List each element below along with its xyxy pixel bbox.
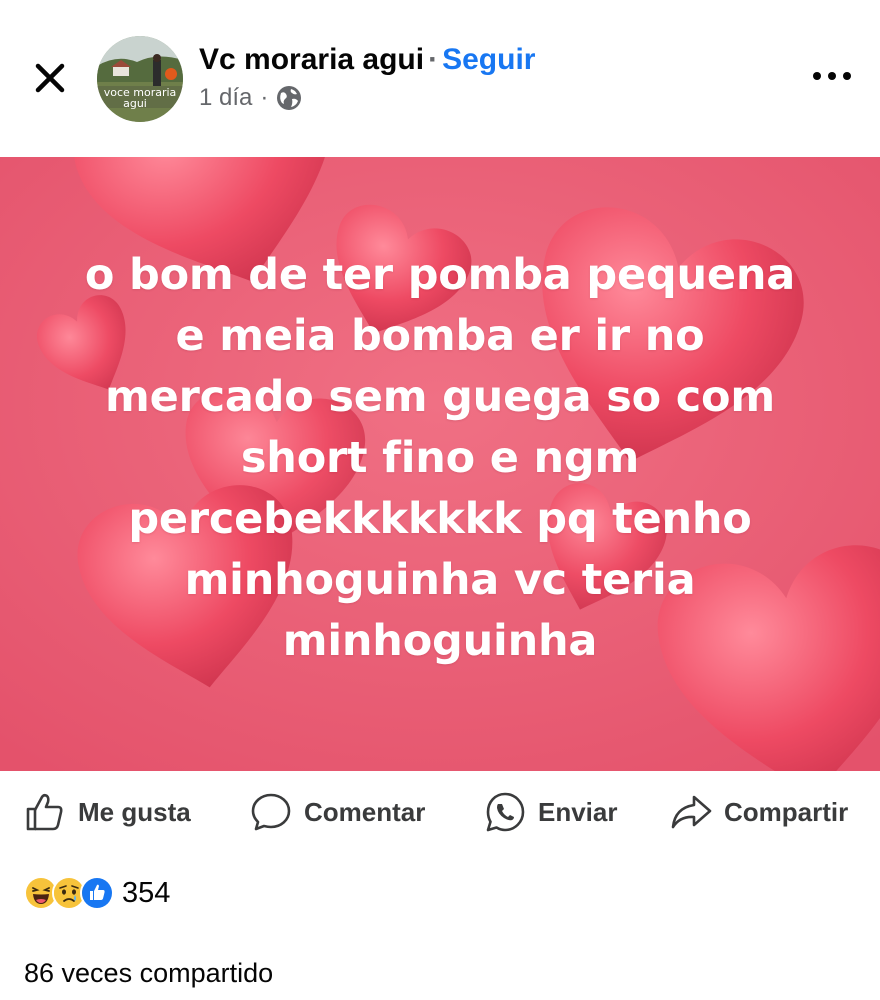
comment-icon — [251, 793, 291, 831]
like-button[interactable]: Me gusta — [24, 789, 191, 835]
share-count[interactable]: 86 veces compartido — [24, 958, 273, 989]
whatsapp-icon — [486, 792, 525, 832]
share-label: Compartir — [724, 796, 849, 827]
more-icon — [813, 72, 851, 80]
globe-icon — [277, 86, 302, 110]
comment-label: Comentar — [304, 796, 426, 827]
reactions-summary[interactable]: 354 — [24, 873, 170, 913]
post-header: voce moraria agui Vc moraria agui · Seguir… — [0, 0, 880, 157]
close-icon — [35, 63, 65, 93]
post-time[interactable]: 1 día — [199, 82, 252, 114]
send-label: Enviar — [538, 796, 618, 827]
like-label: Me gusta — [78, 796, 191, 827]
send-button[interactable]: Enviar — [484, 789, 618, 835]
meta-dot: · — [260, 84, 269, 111]
close-button[interactable] — [28, 56, 72, 100]
author-name[interactable]: Vc moraria agui — [199, 43, 424, 76]
more-options-button[interactable] — [808, 60, 856, 92]
follow-button[interactable]: Seguir — [442, 43, 535, 76]
avatar-caption-line2: agui — [123, 97, 147, 110]
post-image[interactable]: o bom de ter pomba pequena e meia bomba … — [0, 157, 880, 771]
action-bar: Me gusta Comentar Enviar Compartir — [0, 771, 880, 853]
author-row: Vc moraria agui · Seguir — [199, 40, 535, 80]
reaction-count: 354 — [122, 876, 171, 909]
share-button[interactable]: Compartir — [670, 789, 848, 835]
post-text: o bom de ter pomba pequena e meia bomba … — [84, 250, 796, 666]
like-icon — [80, 876, 114, 910]
share-icon — [671, 795, 712, 829]
comment-button[interactable]: Comentar — [250, 789, 425, 835]
post-meta: 1 día · — [199, 82, 302, 114]
avatar[interactable]: voce moraria agui — [97, 36, 183, 122]
thumbs-up-icon — [26, 793, 63, 831]
separator-dot: · — [428, 43, 439, 76]
